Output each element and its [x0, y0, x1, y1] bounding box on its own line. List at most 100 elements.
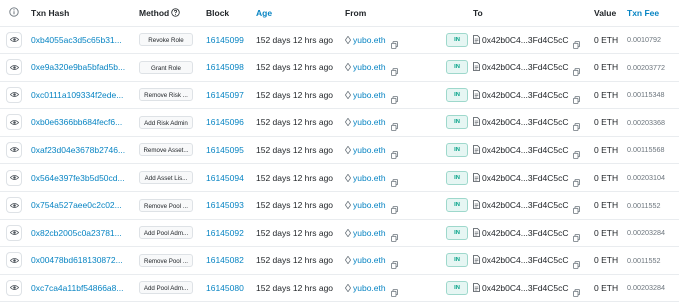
copy-icon[interactable]	[573, 146, 581, 159]
block-link[interactable]: 16145098	[206, 62, 244, 72]
txn-hash-link[interactable]: 0x564e397fe3b5d50cd...	[31, 172, 133, 184]
copy-icon[interactable]	[573, 174, 581, 187]
to-address[interactable]: 0x42b0C4...3Fd4C5cC	[482, 255, 568, 265]
block-link[interactable]: 16145096	[206, 117, 244, 127]
copy-icon[interactable]	[573, 91, 581, 104]
block-link[interactable]: 16145095	[206, 145, 244, 155]
to-address[interactable]: 0x42b0C4...3Fd4C5cC	[482, 62, 568, 72]
block-link[interactable]: 16145092	[206, 228, 244, 238]
block-link[interactable]: 16145099	[206, 35, 244, 45]
eye-icon[interactable]	[6, 86, 22, 103]
copy-icon[interactable]	[390, 146, 398, 159]
method-badge[interactable]: Remove Risk ...	[139, 88, 193, 102]
method-badge[interactable]: Remove Asset...	[139, 143, 193, 157]
block-link[interactable]: 16145097	[206, 90, 244, 100]
txn-hash-link[interactable]: 0xaf23d04e3678b2746...	[31, 144, 133, 156]
method-badge[interactable]: Add Asset Lis...	[139, 171, 193, 184]
txn-hash-link[interactable]: 0x00478bd618130872...	[31, 254, 133, 266]
from-address-link[interactable]: yubo.eth	[353, 90, 386, 100]
eye-icon[interactable]	[6, 114, 22, 131]
block-link[interactable]: 16145080	[206, 283, 244, 293]
from-address-link[interactable]: yubo.eth	[353, 283, 386, 293]
method-badge[interactable]: Revoke Role	[139, 33, 193, 46]
contract-file-icon	[473, 169, 480, 187]
value-text: 0 ETH	[594, 200, 619, 211]
header-age-toggle[interactable]: Age	[256, 0, 342, 26]
to-address[interactable]: 0x42b0C4...3Fd4C5cC	[482, 228, 568, 238]
preview-cell	[6, 136, 22, 163]
from-address-link[interactable]: yubo.eth	[353, 200, 386, 210]
to-cell: 0x42b0C4...3Fd4C5cC	[473, 109, 585, 136]
txn-hash-link[interactable]: 0x82cb2005c0a23781...	[31, 227, 133, 239]
to-address[interactable]: 0x42b0C4...3Fd4C5cC	[482, 200, 568, 210]
block-link[interactable]: 16145094	[206, 173, 244, 183]
eye-icon[interactable]	[6, 59, 22, 76]
txn-hash-link[interactable]: 0xb0e6366bb684fecf6...	[31, 116, 133, 128]
header-txn-fee-toggle[interactable]: Txn Fee	[627, 0, 679, 26]
copy-icon[interactable]	[573, 63, 581, 76]
direction-cell: IN	[446, 81, 468, 108]
from-address-link[interactable]: yubo.eth	[353, 117, 386, 127]
value-cell: 0 ETH	[594, 81, 620, 108]
to-address[interactable]: 0x42b0C4...3Fd4C5cC	[482, 117, 568, 127]
copy-icon[interactable]	[390, 63, 398, 76]
txn-hash-link[interactable]: 0xc0111a109334f2ede...	[31, 89, 133, 101]
block-link[interactable]: 16145082	[206, 255, 244, 265]
contract-file-icon	[473, 251, 480, 269]
block-link[interactable]: 16145093	[206, 200, 244, 210]
direction-cell: IN	[446, 192, 468, 219]
from-address-link[interactable]: yubo.eth	[353, 62, 386, 72]
eye-icon[interactable]	[6, 197, 22, 214]
table-header: Txn Hash Method Block Age From To Value …	[0, 0, 679, 27]
copy-icon[interactable]	[390, 118, 398, 132]
to-address[interactable]: 0x42b0C4...3Fd4C5cC	[482, 35, 568, 45]
eye-icon[interactable]	[6, 169, 22, 186]
from-address-link[interactable]: yubo.eth	[353, 35, 386, 45]
method-badge[interactable]: Grant Role	[139, 60, 193, 74]
copy-icon[interactable]	[573, 256, 581, 270]
copy-icon[interactable]	[390, 91, 398, 104]
copy-icon[interactable]	[390, 201, 398, 214]
from-address-link[interactable]: yubo.eth	[353, 255, 386, 265]
copy-icon[interactable]	[390, 229, 398, 242]
from-address-link[interactable]: yubo.eth	[353, 228, 386, 238]
to-address[interactable]: 0x42b0C4...3Fd4C5cC	[482, 283, 568, 293]
copy-icon[interactable]	[573, 284, 581, 297]
direction-cell: IN	[446, 26, 468, 53]
eye-icon[interactable]	[6, 141, 22, 158]
copy-icon[interactable]	[573, 201, 581, 214]
from-address-link[interactable]: yubo.eth	[353, 145, 386, 155]
to-wrap: 0x42b0C4...3Fd4C5cC	[473, 141, 581, 159]
copy-icon[interactable]	[573, 118, 581, 132]
info-icon[interactable]	[9, 4, 19, 22]
from-address-link[interactable]: yubo.eth	[353, 173, 386, 183]
copy-icon[interactable]	[573, 229, 581, 242]
eye-icon[interactable]	[6, 252, 22, 269]
eye-icon[interactable]	[6, 224, 22, 241]
copy-icon[interactable]	[390, 256, 398, 270]
header-method: Method	[139, 0, 195, 26]
eye-icon[interactable]	[6, 279, 22, 296]
method-badge[interactable]: Remove Pool ...	[139, 253, 193, 267]
to-address[interactable]: 0x42b0C4...3Fd4C5cC	[482, 90, 568, 100]
age-text: 152 days 12 hrs ago	[256, 144, 334, 155]
method-badge[interactable]: Add Risk Admin	[139, 115, 193, 129]
txn-hash-link[interactable]: 0xb4055ac3d5c65b31...	[31, 34, 133, 46]
question-circle-icon[interactable]	[171, 7, 180, 19]
method-badge[interactable]: Add Pool Adm...	[139, 226, 193, 240]
to-address[interactable]: 0x42b0C4...3Fd4C5cC	[482, 173, 568, 183]
txn-hash-link[interactable]: 0xc7ca4a11bf54866a8...	[31, 282, 133, 294]
method-badge[interactable]: Add Pool Adm...	[139, 281, 193, 295]
copy-icon[interactable]	[390, 36, 398, 49]
txn-hash-link[interactable]: 0x754a527aee0c2c02...	[31, 199, 133, 211]
txn-hash-link[interactable]: 0xe9a320e9ba5bfad5b...	[31, 61, 133, 73]
copy-icon[interactable]	[573, 36, 581, 49]
eye-icon[interactable]	[6, 31, 22, 48]
block-cell: 16145096	[206, 109, 252, 136]
to-address[interactable]: 0x42b0C4...3Fd4C5cC	[482, 145, 568, 155]
preview-cell	[6, 26, 22, 53]
copy-icon[interactable]	[390, 174, 398, 187]
method-badge[interactable]: Remove Pool ...	[139, 198, 193, 212]
fee-cell: 0.0011552	[627, 247, 679, 274]
copy-icon[interactable]	[390, 284, 398, 297]
